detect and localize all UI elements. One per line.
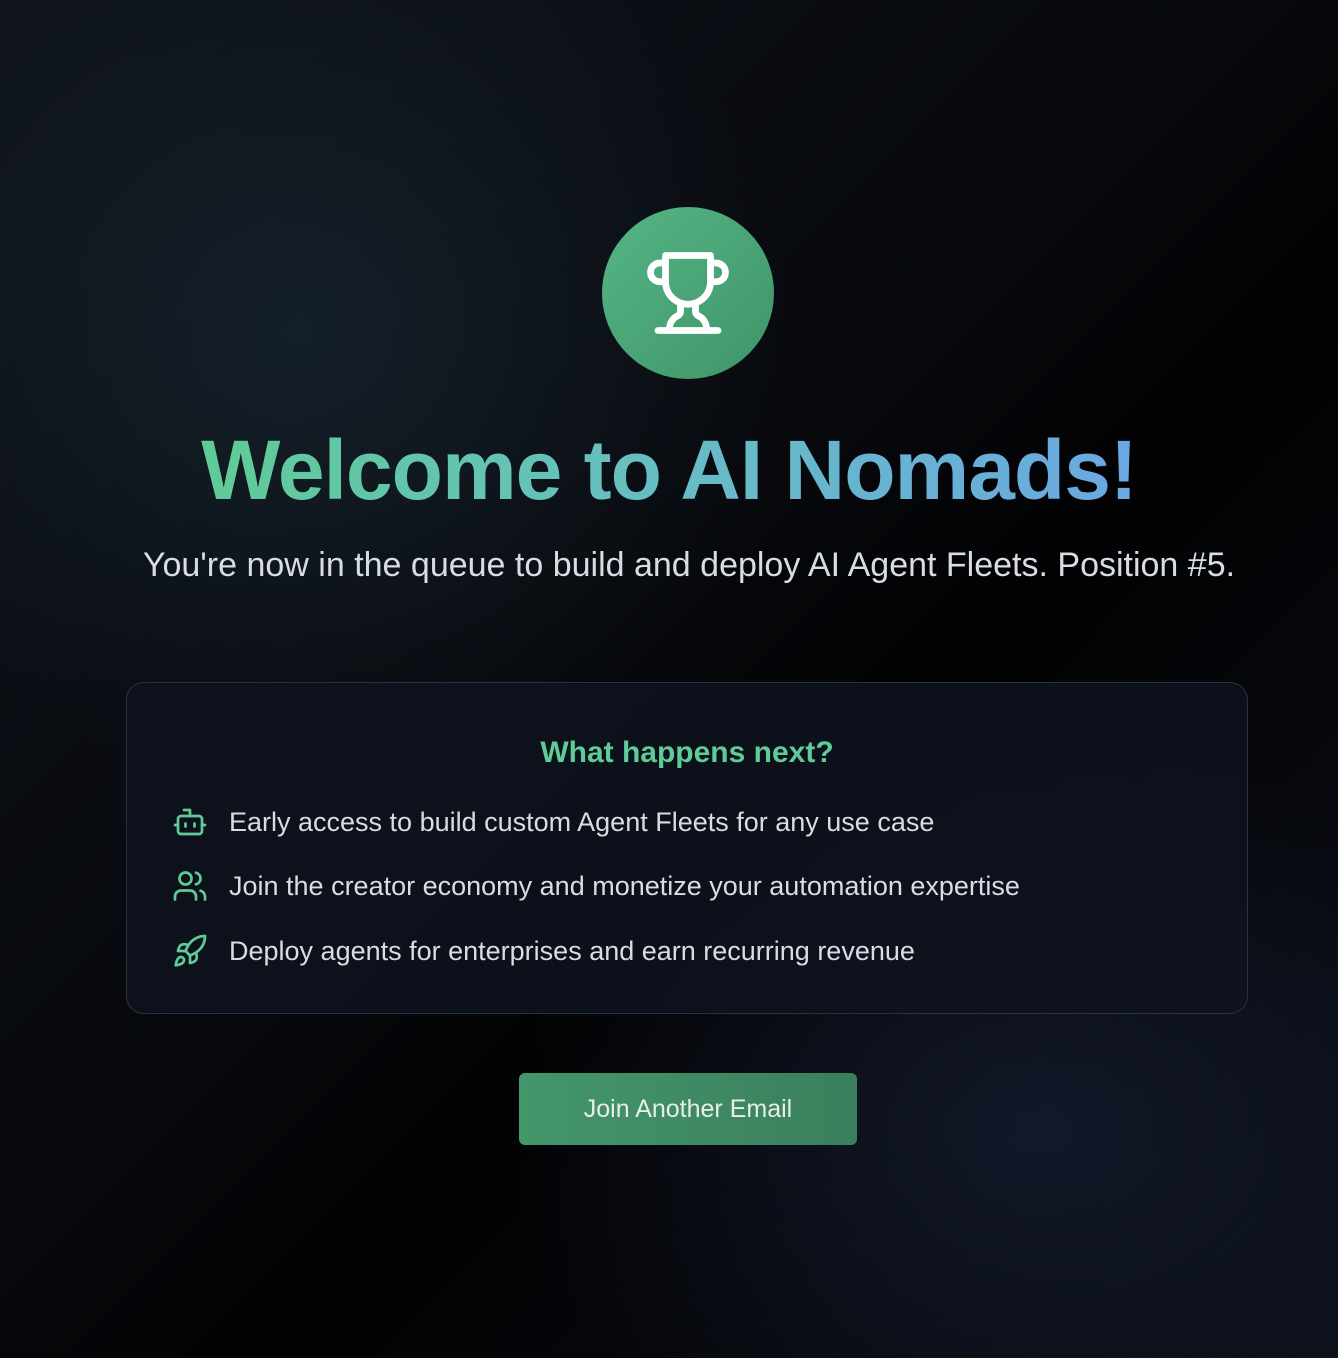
next-steps-title: What happens next? [540, 736, 834, 769]
next-step-item: Deploy agents for enterprises and earn r… [171, 931, 915, 971]
queue-position-text: You're now in the queue to build and dep… [142, 546, 1236, 584]
waitlist-confirmation-page: Welcome to AI Nomads! You're now in the … [0, 0, 1338, 1358]
trophy-badge [602, 207, 774, 379]
next-step-text: Deploy agents for enterprises and earn r… [229, 936, 915, 966]
users-icon [171, 867, 209, 905]
page-title-text: Welcome to AI Nomads! [201, 423, 1138, 517]
next-steps-card: What happens next? Early access to build… [126, 682, 1248, 1014]
join-another-email-button[interactable]: Join Another Email [519, 1073, 857, 1145]
rocket-icon [171, 932, 209, 970]
next-step-item: Join the creator economy and monetize yo… [171, 866, 1020, 906]
next-step-text: Early access to build custom Agent Fleet… [229, 807, 935, 837]
page-title: Welcome to AI Nomads! [0, 418, 1338, 522]
bot-icon [171, 803, 209, 841]
next-step-item: Early access to build custom Agent Fleet… [171, 802, 934, 842]
next-step-text: Join the creator economy and monetize yo… [229, 871, 1020, 901]
trophy-icon [647, 252, 729, 334]
